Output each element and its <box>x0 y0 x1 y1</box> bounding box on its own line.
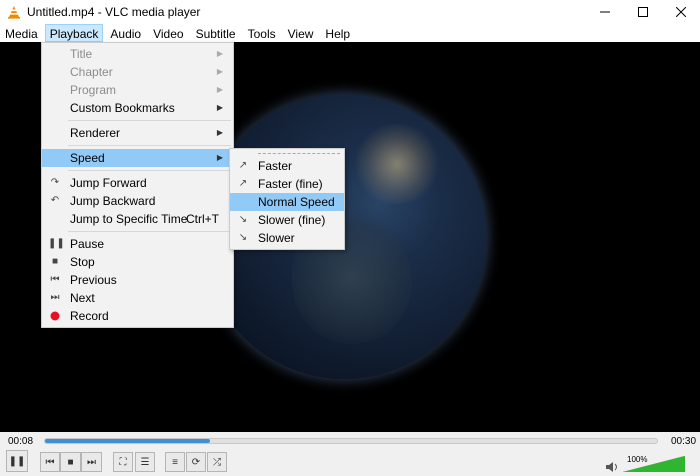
menu-separator <box>68 170 231 171</box>
previous-icon: ⏮ <box>45 456 55 468</box>
menu-separator <box>68 120 231 121</box>
menu-item-slower-fine[interactable]: ↘ Slower (fine) <box>230 211 344 229</box>
next-icon: ⏭ <box>50 292 60 303</box>
submenu-arrow-icon: ▶ <box>216 67 223 76</box>
menu-item-record[interactable]: Record <box>42 307 233 325</box>
submenu-arrow-icon: ▶ <box>216 85 223 94</box>
pause-icon: ❚❚ <box>8 455 26 467</box>
title-bar: Untitled.mp4 - VLC media player <box>0 0 700 24</box>
shortcut-label: Ctrl+T <box>186 212 219 226</box>
time-total[interactable]: 00:30 <box>671 436 696 447</box>
fullscreen-icon: ⛶ <box>119 456 127 468</box>
submenu-arrow-icon: ▶ <box>216 153 223 162</box>
jump-forward-icon: ↷ <box>50 177 60 188</box>
menu-item-jump-specific-time[interactable]: Jump to Specific Time Ctrl+T <box>42 210 233 228</box>
menu-separator <box>68 145 231 146</box>
control-bar: 00:08 00:30 ❚❚ ⏮ ■ ⏭ ⛶ ☰ ≡ ⟳ ⤮ 100% <box>0 432 700 476</box>
vlc-cone-icon <box>8 6 20 19</box>
shuffle-button[interactable]: ⤮ <box>207 452 227 472</box>
shuffle-icon: ⤮ <box>213 456 221 468</box>
record-icon <box>48 307 62 328</box>
previous-icon: ⏮ <box>50 274 60 285</box>
menu-item-previous[interactable]: ⏮ Previous <box>42 271 233 289</box>
menu-bar: Media Playback Audio Video Subtitle Tool… <box>0 24 700 42</box>
pause-icon: ❚❚ <box>48 238 65 249</box>
time-elapsed: 00:08 <box>8 436 34 447</box>
menu-item-faster-fine[interactable]: ↗ Faster (fine) <box>230 175 344 193</box>
play-pause-button[interactable]: ❚❚ <box>6 450 28 472</box>
window-title: Untitled.mp4 - VLC media player <box>27 5 201 19</box>
jump-backward-icon: ↶ <box>50 195 60 206</box>
loop-button[interactable]: ⟳ <box>186 452 206 472</box>
menu-item-faster[interactable]: ↗ Faster <box>230 157 344 175</box>
menu-item-next[interactable]: ⏭ Next <box>42 289 233 307</box>
menu-item-title[interactable]: Title ▶ <box>42 45 233 63</box>
menu-separator <box>68 231 231 232</box>
playback-menu: Title ▶ Chapter ▶ Program ▶ Custom Bookmark… <box>41 42 234 328</box>
menu-item-speed[interactable]: Speed ▶ <box>42 149 233 167</box>
seek-bar[interactable] <box>44 438 658 444</box>
menu-media[interactable]: Media <box>0 24 43 42</box>
menu-item-program[interactable]: Program ▶ <box>42 81 233 99</box>
maximize-button[interactable] <box>624 0 662 24</box>
stop-icon: ■ <box>67 456 74 468</box>
menu-view[interactable]: View <box>283 24 319 42</box>
next-icon: ⏭ <box>87 456 96 468</box>
faster-fine-icon: ↗ <box>238 178 248 189</box>
menu-help[interactable]: Help <box>320 24 355 42</box>
menu-tools[interactable]: Tools <box>243 24 281 42</box>
stop-icon: ■ <box>51 256 59 267</box>
menu-item-jump-forward[interactable]: ↷ Jump Forward <box>42 174 233 192</box>
submenu-arrow-icon: ▶ <box>216 49 223 58</box>
slower-icon: ↘ <box>238 232 248 243</box>
playlist-icon: ≡ <box>172 456 178 468</box>
loop-icon: ⟳ <box>191 456 201 468</box>
playlist-button[interactable]: ≡ <box>165 452 185 472</box>
equalizer-icon: ☰ <box>140 456 150 468</box>
menu-subtitle[interactable]: Subtitle <box>191 24 241 42</box>
menu-item-pause[interactable]: ❚❚ Pause <box>42 235 233 253</box>
volume-slider[interactable] <box>623 456 685 472</box>
menu-item-custom-bookmarks[interactable]: Custom Bookmarks ▶ <box>42 99 233 117</box>
menu-audio[interactable]: Audio <box>105 24 146 42</box>
close-button[interactable] <box>662 0 700 24</box>
minimize-button[interactable] <box>586 0 624 24</box>
menu-playback[interactable]: Playback <box>44 24 104 42</box>
faster-icon: ↗ <box>238 160 248 171</box>
menu-item-normal-speed[interactable]: Normal Speed <box>230 193 344 211</box>
menu-item-renderer[interactable]: Renderer ▶ <box>42 124 233 142</box>
submenu-arrow-icon: ▶ <box>216 128 223 137</box>
extended-settings-button[interactable]: ☰ <box>135 452 155 472</box>
menu-item-slower[interactable]: ↘ Slower <box>230 229 344 247</box>
menu-item-jump-backward[interactable]: ↶ Jump Backward <box>42 192 233 210</box>
submenu-arrow-icon: ▶ <box>216 103 223 112</box>
menu-item-stop[interactable]: ■ Stop <box>42 253 233 271</box>
next-button[interactable]: ⏭ <box>81 452 102 472</box>
previous-button[interactable]: ⏮ <box>40 452 60 472</box>
speaker-icon[interactable] <box>605 460 619 474</box>
stop-button[interactable]: ■ <box>60 452 81 472</box>
seek-progress <box>45 439 211 443</box>
menu-item-chapter[interactable]: Chapter ▶ <box>42 63 233 81</box>
fullscreen-button[interactable]: ⛶ <box>113 452 133 472</box>
slower-fine-icon: ↘ <box>238 214 248 225</box>
speed-submenu: ↗ Faster ↗ Faster (fine) Normal Speed ↘ Slo… <box>229 148 345 250</box>
menu-video[interactable]: Video <box>148 24 188 42</box>
tear-off-separator <box>258 153 340 154</box>
